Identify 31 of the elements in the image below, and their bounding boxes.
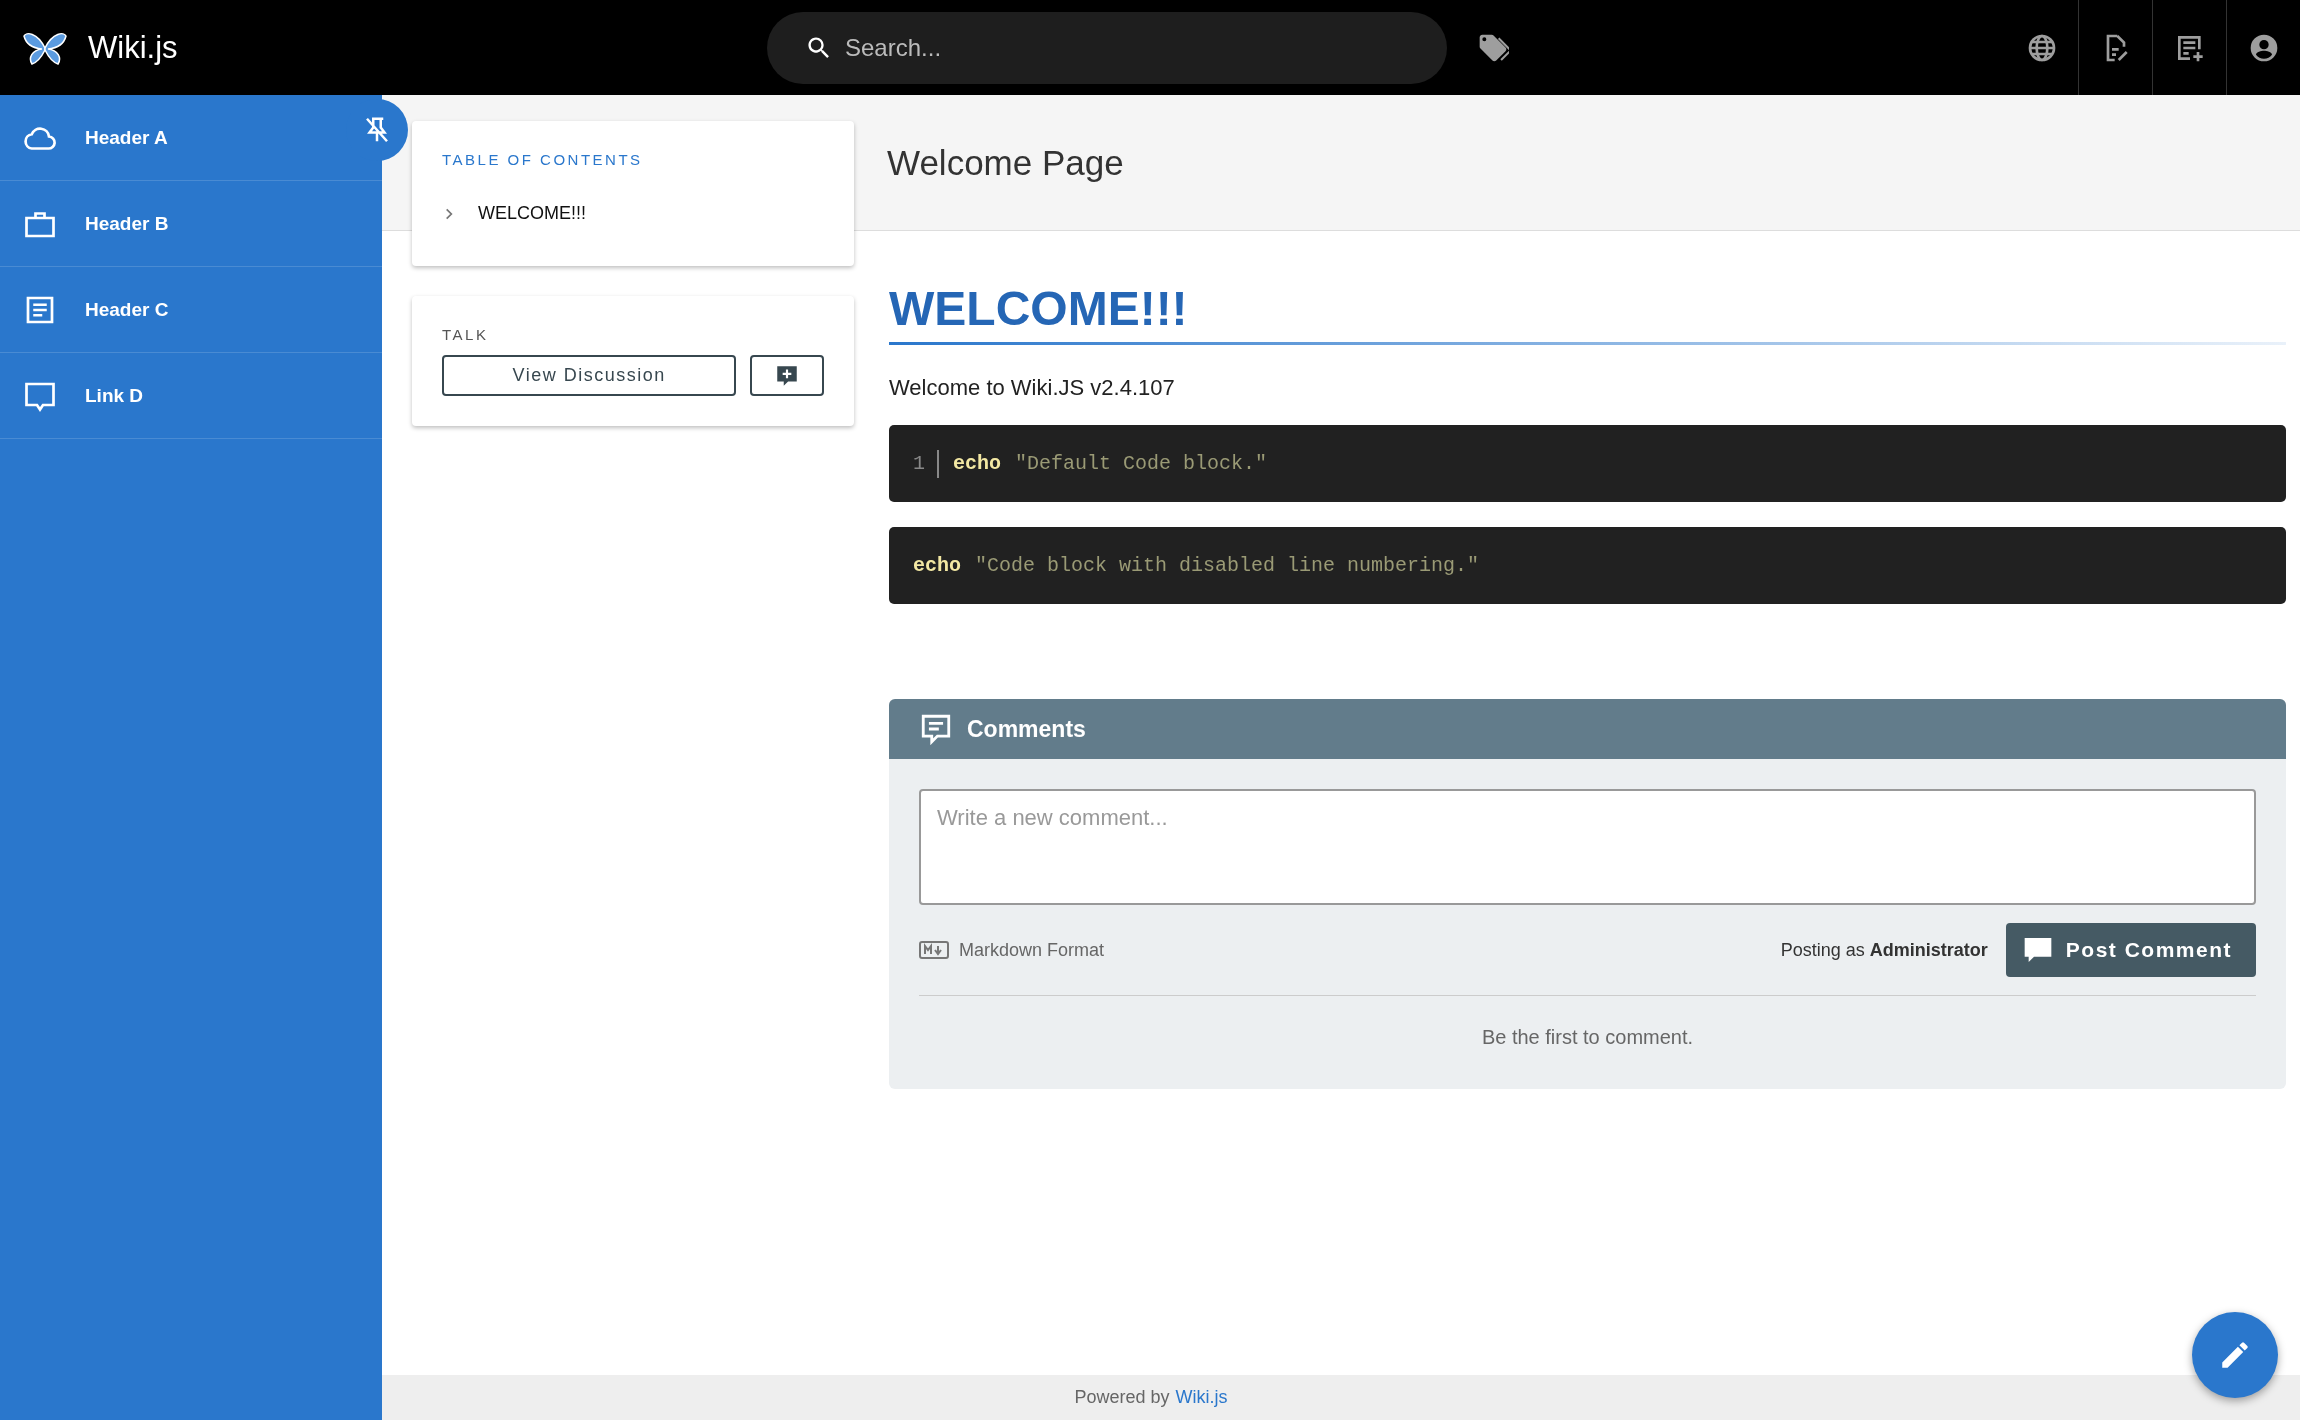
comments-title: Comments bbox=[967, 715, 1086, 743]
page-heading: WELCOME!!! bbox=[889, 281, 1189, 336]
footer-text: Powered by bbox=[1074, 1387, 1170, 1408]
talk-title: TALK bbox=[442, 326, 490, 343]
markdown-icon bbox=[919, 940, 949, 960]
app-title[interactable]: Wiki.js bbox=[88, 29, 178, 66]
search-field[interactable]: Search... bbox=[767, 11, 1447, 84]
footer-link[interactable]: Wiki.js bbox=[1175, 1387, 1228, 1408]
nav-item[interactable]: Header A bbox=[0, 95, 330, 180]
empty-comments-text: Be the first to comment. bbox=[1480, 1026, 1695, 1049]
code-keyword: echo bbox=[953, 452, 1002, 475]
toc-title: TABLE OF CONTENTS bbox=[442, 151, 644, 168]
nav-item[interactable]: Link D bbox=[0, 353, 330, 438]
line-number: 1 bbox=[913, 449, 939, 478]
comment-icon bbox=[919, 712, 953, 746]
intro-text: Welcome to Wiki.JS v2.4.107 bbox=[889, 375, 1176, 401]
markdown-format-label: Markdown Format bbox=[959, 939, 1105, 961]
code-string: "Code block with disabled line numbering." bbox=[975, 554, 1480, 577]
posting-as-text: Posting as Administrator bbox=[1780, 939, 1988, 961]
search-input[interactable]: Search... bbox=[843, 32, 1447, 63]
comment-input[interactable]: Write a new comment... bbox=[919, 789, 2256, 905]
new-comment-button[interactable] bbox=[750, 355, 824, 396]
view-discussion-button[interactable]: View Discussion bbox=[442, 355, 737, 396]
code-string: "Default Code block." bbox=[1015, 452, 1268, 475]
post-comment-button[interactable]: Post Comment bbox=[2005, 923, 2256, 977]
code-keyword: echo bbox=[913, 554, 961, 577]
nav-item[interactable]: Header C bbox=[0, 267, 330, 352]
edit-button[interactable] bbox=[2192, 1312, 2278, 1398]
toc-item[interactable]: WELCOME!!! bbox=[442, 203, 824, 224]
page-title: Welcome Page bbox=[887, 142, 1124, 183]
nav-item[interactable]: Header B bbox=[0, 181, 330, 266]
